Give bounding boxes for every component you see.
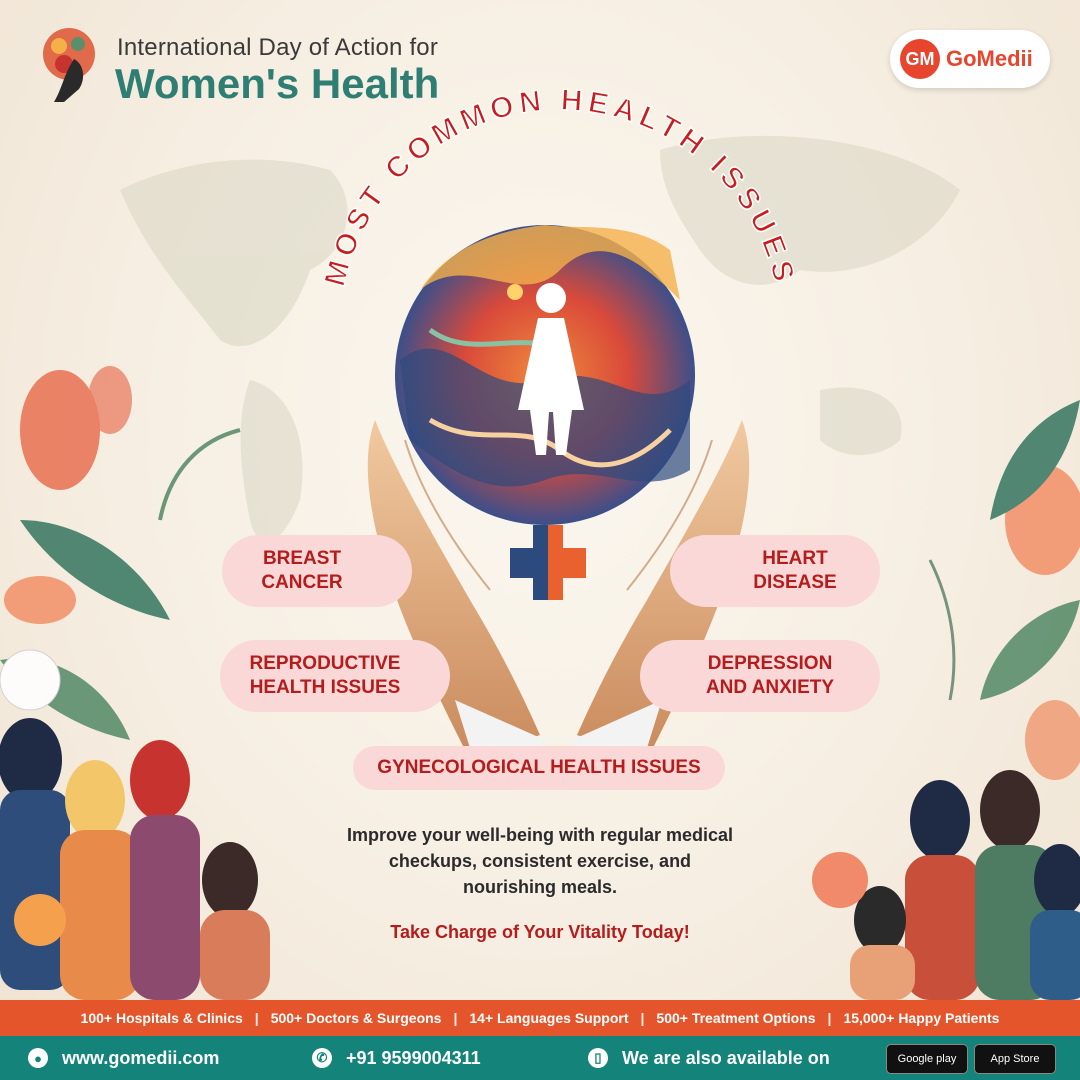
issue-line: BREAST xyxy=(262,548,342,569)
stats-bar: 100+ Hospitals & Clinics | 500+ Doctors … xyxy=(0,1000,1080,1036)
whatsapp-icon: ✆ xyxy=(312,1048,332,1068)
phone-link[interactable]: ✆ +91 9599004311 xyxy=(312,1036,481,1080)
issue-reproductive-health: REPRODUCTIVE HEALTH ISSUES xyxy=(220,640,450,712)
background-artwork: MOST COMMON HEALTH ISSUES xyxy=(0,83,1080,1000)
poster: MOST COMMON HEALTH ISSUES International … xyxy=(0,0,1080,1080)
divider: | xyxy=(827,1010,832,1026)
issue-heart-disease: HEART DISEASE xyxy=(670,535,880,607)
women-profile-badge xyxy=(43,28,95,102)
divider: | xyxy=(640,1010,645,1026)
app-store-label: App Store xyxy=(990,1053,1040,1065)
phone-text: +91 9599004311 xyxy=(346,1047,481,1068)
issue-depression-anxiety: DEPRESSION AND ANXIETY xyxy=(640,640,880,712)
issue-line: CANCER xyxy=(261,572,343,593)
logo-text: GoMedii xyxy=(946,46,1033,71)
issue-line: DEPRESSION xyxy=(707,653,833,674)
divider: | xyxy=(453,1010,458,1026)
crowd-right xyxy=(812,770,1080,1000)
medical-cross-icon xyxy=(510,525,586,600)
issue-line: DISEASE xyxy=(753,572,837,593)
available-on: ▯ We are also available on xyxy=(588,1036,830,1080)
gomedii-logo[interactable]: GM GoMedii xyxy=(890,30,1050,88)
issue-gynecological-health: GYNECOLOGICAL HEALTH ISSUES xyxy=(353,746,725,790)
wellbeing-message: Improve your well-being with regular med… xyxy=(346,825,734,897)
stat-item: 14+ Languages Support xyxy=(469,1010,629,1026)
stat-item: 100+ Hospitals & Clinics xyxy=(80,1010,243,1026)
event-subtitle: International Day of Action for xyxy=(117,34,439,61)
left-foliage xyxy=(0,366,241,740)
issue-line: HEALTH ISSUES xyxy=(249,677,401,698)
website-link[interactable]: ● www.gomedii.com xyxy=(28,1036,219,1080)
issue-line: GYNECOLOGICAL HEALTH ISSUES xyxy=(377,757,701,778)
google-play-label: Google play xyxy=(897,1053,957,1065)
stat-item: 15,000+ Happy Patients xyxy=(843,1010,1000,1026)
stat-item: 500+ Doctors & Surgeons xyxy=(270,1010,442,1026)
issue-line: REPRODUCTIVE xyxy=(249,653,401,674)
logo-mark: GM xyxy=(900,39,940,79)
divider: | xyxy=(254,1010,259,1026)
google-play-button[interactable]: Google play xyxy=(886,1044,968,1074)
right-foliage xyxy=(928,400,1080,780)
app-store-button[interactable]: App Store xyxy=(974,1044,1056,1074)
call-to-action: Take Charge of Your Vitality Today! xyxy=(390,922,690,942)
crowd-left xyxy=(0,718,270,1000)
globe-icon: ● xyxy=(28,1048,48,1068)
stat-item: 500+ Treatment Options xyxy=(656,1010,816,1026)
issue-line: HEART xyxy=(762,548,828,569)
issue-breast-cancer: BREAST CANCER xyxy=(222,535,412,607)
issue-line: AND ANXIETY xyxy=(705,677,835,698)
available-text: We are also available on xyxy=(622,1047,830,1068)
contact-bar: ● www.gomedii.com ✆ +91 9599004311 ▯ We … xyxy=(0,1036,1080,1080)
website-text: www.gomedii.com xyxy=(62,1047,220,1068)
event-title: Women's Health xyxy=(115,60,440,107)
phone-app-icon: ▯ xyxy=(588,1048,608,1068)
